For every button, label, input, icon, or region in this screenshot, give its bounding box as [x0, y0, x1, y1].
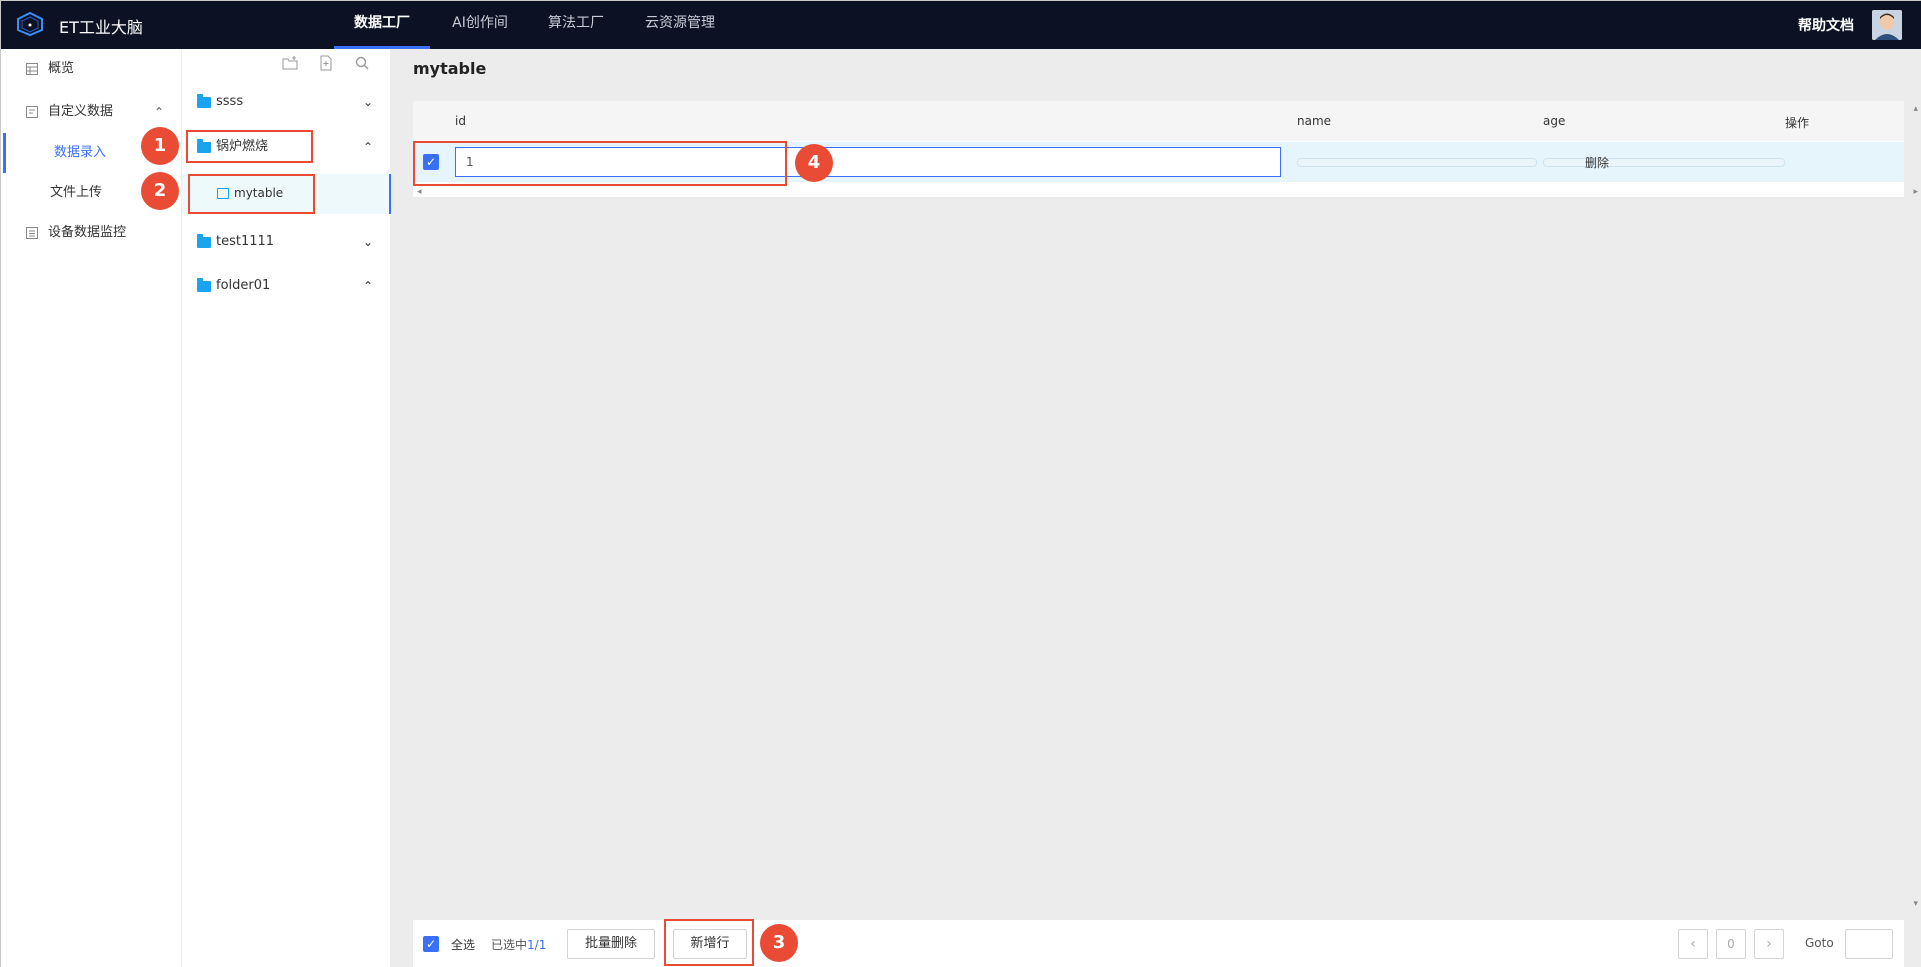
nav-ai-studio[interactable]: AI创作间	[440, 1, 520, 49]
chevron-down-icon: ⌄	[362, 95, 373, 109]
page-number[interactable]: 0	[1716, 929, 1746, 959]
main-content: mytable id name age 操作 ✓ 1 删除 ◂ ▸ ▴ ▾ ✓ …	[391, 49, 1921, 967]
avatar-portrait-icon	[1872, 10, 1902, 40]
annotation-box-2	[188, 174, 315, 214]
page-title: mytable	[413, 59, 487, 78]
age-input[interactable]	[1543, 158, 1785, 167]
logo-icon	[17, 11, 43, 37]
chevron-up-icon: ⌃	[362, 140, 373, 154]
help-docs-link[interactable]: 帮助文档	[1798, 15, 1854, 35]
annotation-badge-3: 3	[760, 924, 798, 962]
sidebar-item-label: 自定义数据	[48, 104, 114, 119]
annotation-badge-2: 2	[141, 172, 179, 210]
sidebar-item-overview[interactable]: 概览	[1, 49, 182, 89]
grid-icon	[26, 63, 38, 75]
sidebar-item-device-monitor[interactable]: 设备数据监控	[1, 213, 182, 253]
avatar[interactable]	[1872, 10, 1902, 40]
annotation-badge-1: 1	[141, 127, 179, 165]
delete-row-link[interactable]: 删除	[1585, 154, 1609, 171]
tree-folder-ssss[interactable]: ssss ⌄	[182, 84, 391, 120]
folder-icon	[197, 234, 211, 248]
batch-delete-button[interactable]: 批量删除	[567, 929, 655, 959]
nav-algorithm-factory[interactable]: 算法工厂	[536, 1, 616, 49]
goto-label: Goto	[1805, 936, 1834, 950]
name-input[interactable]	[1297, 158, 1537, 167]
scroll-up-icon[interactable]: ▴	[1913, 104, 1918, 114]
sidebar-item-label: 数据录入	[54, 145, 107, 160]
tree-folder-test1111[interactable]: test1111 ⌄	[182, 224, 391, 260]
chevron-down-icon: ⌄	[362, 235, 373, 249]
select-all-label[interactable]: 全选	[451, 936, 475, 953]
table-header: id name age 操作	[413, 101, 1904, 141]
table-footer: ✓ 全选 已选中1/1 批量删除 新增行 ‹ 0 › Goto	[413, 920, 1904, 967]
sidebar-item-label: 设备数据监控	[48, 225, 127, 240]
column-header-id: id	[455, 114, 466, 128]
folder-label: ssss	[216, 94, 244, 109]
prev-page-button[interactable]: ‹	[1678, 929, 1708, 959]
horizontal-scrollbar[interactable]: ◂ ▸	[413, 187, 1918, 197]
folder-label: folder01	[216, 278, 271, 293]
folder-icon	[197, 94, 211, 108]
app-frame: ET工业大脑 数据工厂 AI创作间 算法工厂 云资源管理 帮助文档 概览 自定义…	[0, 0, 1921, 967]
sidebar-item-label: 文件上传	[50, 185, 103, 200]
column-header-age: age	[1543, 114, 1566, 128]
monitor-icon	[26, 227, 38, 239]
annotation-box-1	[186, 130, 313, 163]
tree-folder-folder01[interactable]: folder01 ⌃	[182, 268, 391, 304]
column-header-actions: 操作	[1785, 116, 1810, 130]
nav-data-factory[interactable]: 数据工厂	[334, 1, 430, 49]
selected-value: 1/1	[527, 938, 547, 952]
scroll-left-icon[interactable]: ◂	[417, 187, 422, 197]
sidebar-item-label: 概览	[48, 61, 75, 76]
folder-label: test1111	[216, 234, 275, 249]
select-all-checkbox[interactable]: ✓	[423, 936, 439, 952]
top-bar: ET工业大脑 数据工厂 AI创作间 算法工厂 云资源管理 帮助文档	[1, 1, 1921, 49]
form-icon	[26, 106, 38, 118]
brand-name: ET工业大脑	[59, 18, 143, 37]
chevron-up-icon: ⌃	[153, 105, 164, 119]
folder-icon	[197, 278, 211, 292]
search-icon[interactable]	[354, 55, 370, 71]
annotation-box-3	[664, 919, 754, 966]
annotation-badge-4: 4	[795, 144, 833, 182]
selected-prefix: 已选中	[491, 938, 528, 952]
sidebar-item-custom-data[interactable]: 自定义数据 ⌃	[1, 92, 182, 132]
selected-count: 已选中1/1	[491, 936, 546, 953]
chevron-up-icon: ⌃	[362, 279, 373, 293]
goto-input[interactable]	[1845, 929, 1893, 959]
annotation-box-4	[413, 141, 787, 186]
new-file-icon[interactable]	[318, 55, 334, 71]
scroll-right-icon[interactable]: ▸	[1913, 187, 1918, 197]
scroll-down-icon[interactable]: ▾	[1913, 899, 1918, 909]
next-page-button[interactable]: ›	[1754, 929, 1784, 959]
nav-cloud-resources[interactable]: 云资源管理	[632, 1, 728, 49]
column-header-name: name	[1297, 114, 1332, 128]
new-folder-icon[interactable]	[282, 55, 298, 71]
